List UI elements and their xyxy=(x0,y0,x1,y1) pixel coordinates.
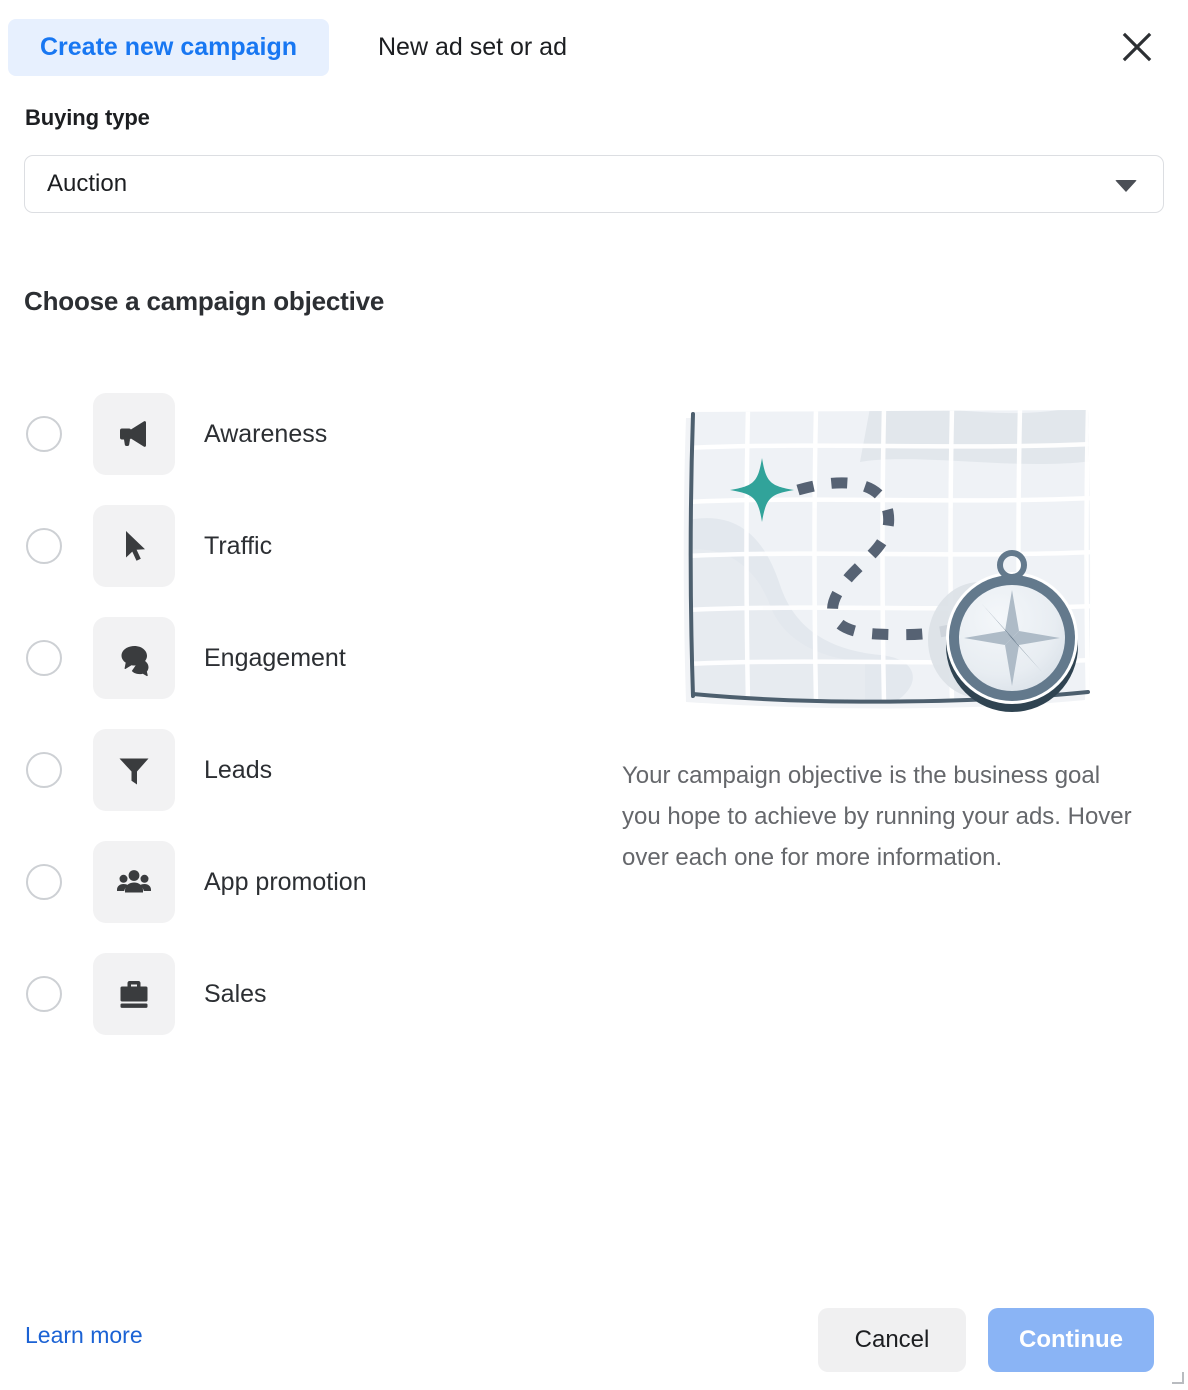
tab-new-ad-set-or-ad[interactable]: New ad set or ad xyxy=(345,19,600,76)
radio-awareness[interactable] xyxy=(26,416,62,452)
objective-label-awareness: Awareness xyxy=(204,419,328,448)
resize-handle[interactable] xyxy=(1172,1372,1184,1384)
dialog-header: Create new campaign New ad set or ad xyxy=(0,0,1188,96)
radio-leads[interactable] xyxy=(26,752,62,788)
learn-more-link[interactable]: Learn more xyxy=(25,1322,143,1349)
dialog-footer: Learn more Cancel Continue xyxy=(0,1296,1188,1390)
briefcase-icon xyxy=(93,953,175,1035)
cursor-icon xyxy=(93,505,175,587)
objective-label-engagement: Engagement xyxy=(204,643,346,672)
objective-item-sales[interactable]: Sales xyxy=(0,938,600,1050)
objective-label-traffic: Traffic xyxy=(204,531,273,560)
megaphone-icon xyxy=(93,393,175,475)
radio-traffic[interactable] xyxy=(26,528,62,564)
funnel-icon xyxy=(93,729,175,811)
tab-new-ad-set-or-ad-label: New ad set or ad xyxy=(378,33,567,61)
objective-label-app-promotion: App promotion xyxy=(204,867,367,896)
objective-list: Awareness Traffic Engagement Leads App p… xyxy=(0,378,600,1050)
chat-bubbles-icon xyxy=(93,617,175,699)
chevron-down-icon xyxy=(1115,180,1137,192)
objective-item-app-promotion[interactable]: App promotion xyxy=(0,826,600,938)
tab-create-new-campaign-label: Create new campaign xyxy=(39,33,298,61)
radio-engagement[interactable] xyxy=(26,640,62,676)
objective-item-engagement[interactable]: Engagement xyxy=(0,602,600,714)
map-with-compass-illustration xyxy=(670,400,1130,730)
radio-app-promotion[interactable] xyxy=(26,864,62,900)
page-title: Choose a campaign objective xyxy=(24,286,385,316)
people-icon xyxy=(93,841,175,923)
radio-sales[interactable] xyxy=(26,976,62,1012)
objective-label-leads: Leads xyxy=(204,755,273,784)
buying-type-select[interactable]: Auction xyxy=(24,155,1164,213)
objective-item-traffic[interactable]: Traffic xyxy=(0,490,600,602)
cancel-button[interactable]: Cancel xyxy=(818,1308,966,1372)
buying-type-label: Buying type xyxy=(25,105,150,130)
close-button[interactable] xyxy=(1112,22,1162,72)
objective-description: Your campaign objective is the business … xyxy=(622,762,1132,871)
objective-info-panel: Your campaign objective is the business … xyxy=(620,400,1150,871)
continue-button[interactable]: Continue xyxy=(988,1308,1154,1372)
objective-label-sales: Sales xyxy=(204,979,267,1008)
objective-item-leads[interactable]: Leads xyxy=(0,714,600,826)
buying-type-value: Auction xyxy=(47,170,128,197)
tab-create-new-campaign[interactable]: Create new campaign xyxy=(8,19,329,76)
objective-item-awareness[interactable]: Awareness xyxy=(0,378,600,490)
close-icon xyxy=(1122,32,1152,62)
